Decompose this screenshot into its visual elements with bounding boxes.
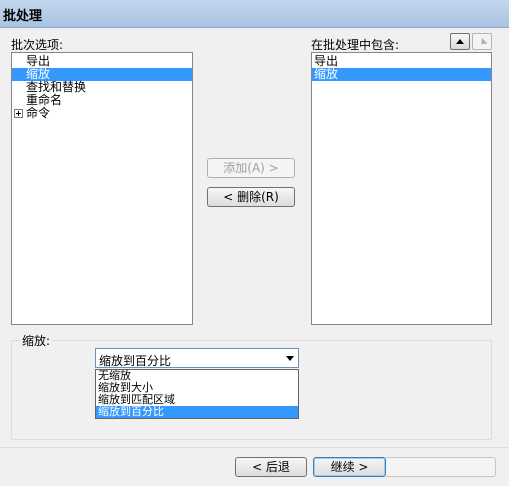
arrow-down-icon (478, 37, 488, 48)
move-down-button[interactable] (472, 33, 492, 50)
batch-option-commands[interactable]: 命令 (12, 107, 192, 120)
expand-plus-icon[interactable] (14, 109, 23, 118)
scale-option-percent[interactable]: 缩放到百分比 (96, 406, 298, 418)
scale-mode-select[interactable]: 缩放到百分比 (95, 348, 299, 368)
back-button[interactable]: < 后退 (235, 457, 307, 477)
remove-button[interactable]: < 删除(R) (207, 187, 295, 207)
batch-option-commands-label: 命令 (26, 106, 51, 120)
included-list[interactable]: 导出 缩放 (311, 52, 492, 325)
footer-extra-field (386, 457, 496, 477)
footer-divider (0, 447, 509, 448)
title-bar: 批处理 (0, 0, 509, 28)
scale-mode-value: 缩放到百分比 (99, 354, 172, 368)
arrow-up-icon (456, 39, 464, 44)
window-title: 批处理 (3, 9, 43, 24)
batch-options-list[interactable]: 导出 缩放 查找和替换 重命名 命令 (11, 52, 193, 325)
continue-button[interactable]: 继续 > (313, 457, 386, 477)
add-button[interactable]: 添加(A) > (207, 158, 295, 178)
included-item-export[interactable]: 导出 (312, 55, 491, 68)
scale-label: 缩放: (20, 332, 53, 349)
chevron-down-icon[interactable] (286, 356, 294, 361)
included-label: 在批处理中包含: (311, 38, 400, 52)
move-up-button[interactable] (450, 33, 470, 50)
included-item-scale[interactable]: 缩放 (312, 68, 491, 81)
batch-options-label: 批次选项: (11, 38, 64, 52)
scale-mode-dropdown[interactable]: 无缩放 缩放到大小 缩放到匹配区域 缩放到百分比 (95, 369, 299, 419)
